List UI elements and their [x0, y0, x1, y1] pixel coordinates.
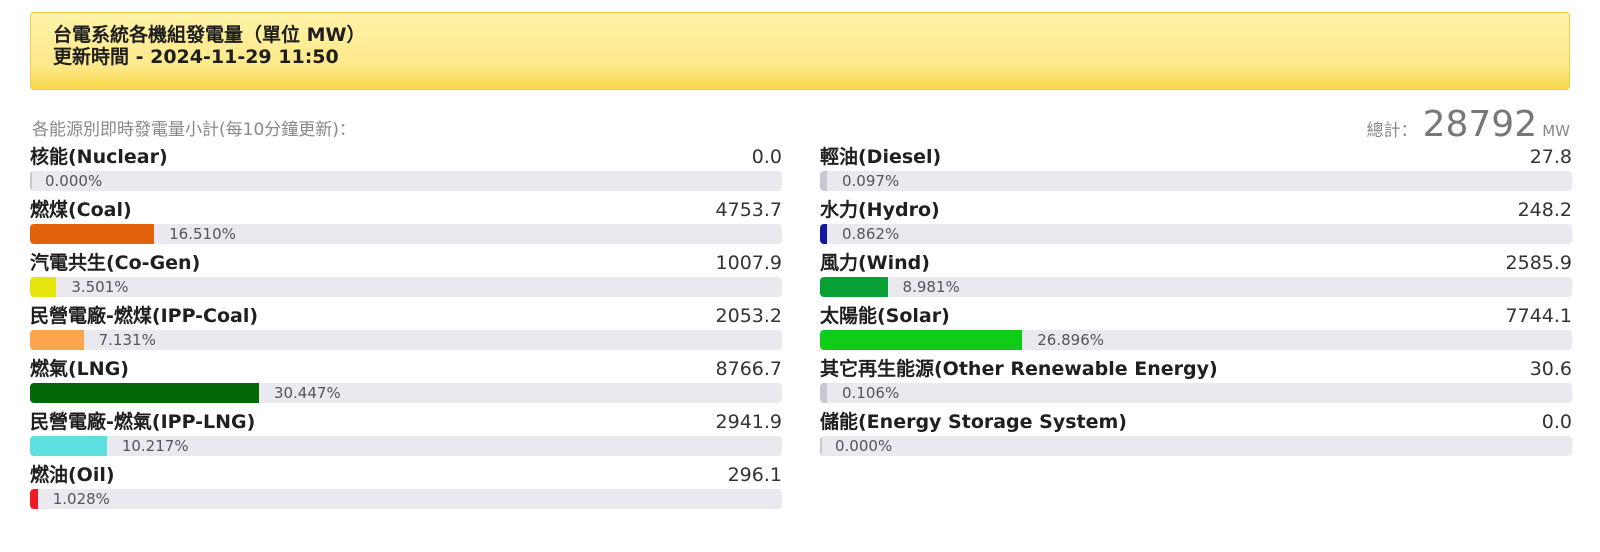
- energy-percent: 16.510%: [169, 225, 236, 243]
- total-label: 總計：: [1366, 121, 1418, 141]
- energy-item: 民營電廠-燃煤(IPP-Coal) 2053.2 7.131%: [30, 304, 782, 357]
- energy-item: 輕油(Diesel) 27.8 0.097%: [820, 145, 1572, 198]
- progress-track: [30, 489, 782, 509]
- energy-name: 風力(Wind): [820, 252, 930, 274]
- energy-value: 0.0: [751, 146, 782, 168]
- progress-fill: [820, 330, 1023, 350]
- right-column: 輕油(Diesel) 27.8 0.097% 水力(Hydro) 248.2 0.862%…: [820, 145, 1572, 463]
- page-title: 台電系統各機組發電量（單位 MW）: [53, 24, 366, 46]
- energy-percent: 0.862%: [842, 225, 900, 243]
- progress-track: [820, 383, 1572, 403]
- total-summary: 總計： 28792 MW: [1367, 104, 1571, 145]
- energy-item: 其它再生能源(Other Renewable Energy) 30.6 0.106%: [820, 357, 1572, 410]
- subtitle: 各能源別即時發電量小計(每10分鐘更新)：: [32, 120, 356, 140]
- progress-fill: [30, 330, 84, 350]
- progress-track: [30, 383, 782, 403]
- energy-percent: 0.097%: [842, 172, 900, 190]
- progress-fill: [820, 171, 827, 191]
- energy-item: 燃氣(LNG) 8766.7 30.447%: [30, 357, 782, 410]
- energy-percent: 8.981%: [902, 278, 960, 296]
- progress-fill: [30, 383, 259, 403]
- energy-percent: 0.000%: [45, 172, 103, 190]
- progress-fill: [820, 224, 827, 244]
- energy-item: 汽電共生(Co-Gen) 1007.9 3.501%: [30, 251, 782, 304]
- energy-percent: 10.217%: [121, 437, 189, 455]
- total-unit: MW: [1542, 122, 1570, 140]
- progress-track: [820, 330, 1572, 350]
- left-column: 核能(Nuclear) 0.0 0.000% 燃煤(Coal) 4753.7 16.510…: [30, 145, 782, 516]
- energy-item: 風力(Wind) 2585.9 8.981%: [820, 251, 1572, 304]
- energy-percent: 7.131%: [98, 331, 156, 349]
- energy-value: 7744.1: [1505, 305, 1572, 327]
- progress-fill: [30, 224, 155, 244]
- energy-name: 民營電廠-燃煤(IPP-Coal): [30, 305, 259, 327]
- energy-value: 30.6: [1529, 358, 1572, 380]
- energy-value: 8766.7: [715, 358, 782, 380]
- progress-track: [820, 224, 1572, 244]
- energy-name: 太陽能(Solar): [820, 305, 950, 327]
- total-value: 28792: [1422, 104, 1538, 145]
- energy-value: 2585.9: [1505, 252, 1572, 274]
- energy-percent: 30.447%: [273, 384, 341, 402]
- energy-item: 儲能(Energy Storage System) 0.0 0.000%: [820, 410, 1572, 463]
- energy-item: 燃煤(Coal) 4753.7 16.510%: [30, 198, 782, 251]
- progress-fill: [820, 436, 822, 456]
- energy-item: 太陽能(Solar) 7744.1 26.896%: [820, 304, 1572, 357]
- energy-percent: 26.896%: [1037, 331, 1104, 349]
- energy-value: 1007.9: [715, 252, 782, 274]
- energy-name: 儲能(Energy Storage System): [820, 411, 1127, 433]
- energy-name: 燃煤(Coal): [30, 199, 132, 221]
- energy-item: 水力(Hydro) 248.2 0.862%: [820, 198, 1572, 251]
- energy-item: 燃油(Oil) 296.1 1.028%: [30, 463, 782, 516]
- update-time: 更新時間 - 2024-11-29 11:50: [53, 46, 339, 68]
- energy-name: 民營電廠-燃氣(IPP-LNG): [30, 411, 256, 433]
- energy-percent: 0.000%: [835, 437, 893, 455]
- energy-name: 輕油(Diesel): [820, 146, 942, 168]
- energy-name: 核能(Nuclear): [30, 146, 168, 168]
- energy-name: 其它再生能源(Other Renewable Energy): [820, 358, 1218, 380]
- energy-name: 汽電共生(Co-Gen): [30, 252, 201, 274]
- energy-value: 27.8: [1529, 146, 1572, 168]
- progress-fill: [30, 277, 57, 297]
- energy-name: 燃氣(LNG): [30, 358, 129, 380]
- energy-value: 2053.2: [715, 305, 782, 327]
- header-banner: 台電系統各機組發電量（單位 MW） 更新時間 - 2024-11-29 11:5…: [30, 12, 1570, 90]
- energy-name: 燃油(Oil): [30, 464, 115, 486]
- progress-fill: [820, 277, 888, 297]
- energy-percent: 3.501%: [71, 278, 129, 296]
- energy-name: 水力(Hydro): [820, 199, 940, 221]
- progress-fill: [30, 436, 107, 456]
- energy-value: 2941.9: [715, 411, 782, 433]
- progress-track: [30, 277, 782, 297]
- energy-item: 民營電廠-燃氣(IPP-LNG) 2941.9 10.217%: [30, 410, 782, 463]
- energy-value: 296.1: [727, 464, 782, 486]
- progress-track: [820, 436, 1572, 456]
- progress-fill: [30, 171, 32, 191]
- progress-track: [30, 224, 782, 244]
- energy-value: 4753.7: [715, 199, 782, 221]
- progress-track: [820, 171, 1572, 191]
- energy-percent: 1.028%: [52, 490, 110, 508]
- energy-item: 核能(Nuclear) 0.0 0.000%: [30, 145, 782, 198]
- energy-percent: 0.106%: [842, 384, 900, 402]
- progress-track: [30, 171, 782, 191]
- energy-value: 248.2: [1517, 199, 1572, 221]
- progress-fill: [30, 489, 38, 509]
- energy-value: 0.0: [1541, 411, 1572, 433]
- progress-fill: [820, 383, 827, 403]
